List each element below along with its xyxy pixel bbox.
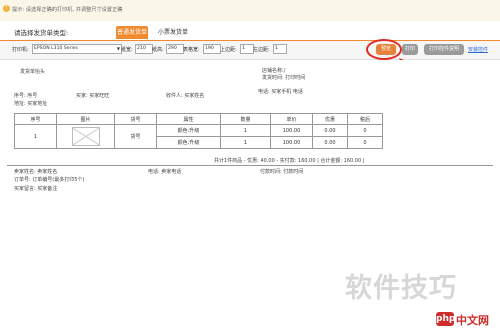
- price-cell: 100.00: [270, 124, 313, 137]
- column-header: 单价: [270, 113, 313, 125]
- serial-field: 序号: 序号: [14, 93, 38, 99]
- order-summary: 共计1件商品 - 优惠: 40.00 - 实付款: 160.00 | 合计金额:…: [214, 158, 365, 164]
- table-row: 1 货号 颜色:升级 1 100.00 0.00 0: [14, 124, 383, 149]
- items-table: 序号 图片 货号 属性 数量 单价 优惠 税后 1 货号 颜色:升级 1 100…: [14, 113, 383, 149]
- watermark-text: 软件技巧: [345, 273, 457, 304]
- column-header: 优惠: [312, 113, 348, 125]
- discount-cell: 0.00: [312, 124, 348, 137]
- discount-cell: 0.00: [312, 136, 348, 149]
- address-field: 地址: 买家地址: [14, 101, 48, 107]
- seller-phone: 电话: 卖家电话: [148, 169, 182, 175]
- attr-cell: 颜色:升级: [156, 136, 221, 149]
- send-time: 发货时间: 打印时间: [262, 75, 306, 81]
- buyer-field: 买家: 买家旺旺: [76, 93, 110, 99]
- divider: [7, 165, 493, 166]
- image-placeholder-icon: [71, 127, 100, 146]
- column-header: 序号: [14, 113, 57, 125]
- product-image-cell: [56, 124, 115, 149]
- receiver-field: 收件人: 买家姓名: [166, 93, 205, 99]
- order-number: 订单号: 订单编号(最多打印5个): [14, 177, 85, 183]
- item-code: 货号: [114, 124, 157, 149]
- column-header: 税后: [347, 113, 383, 125]
- table-header-row: 序号 图片 货号 属性 数量 单价 优惠 税后: [14, 113, 383, 125]
- phone-field: 电话: 买家手机 电话: [258, 89, 303, 95]
- column-header: 数量: [220, 113, 271, 125]
- seller-name: 卖家姓名: 卖家姓名: [14, 169, 58, 175]
- php-logo-icon: php: [436, 312, 456, 326]
- column-header: 货号: [114, 113, 157, 125]
- after-cell: 0: [347, 124, 383, 137]
- invoice-header-title: 发货单抬头: [20, 69, 46, 75]
- qty-cell: 1: [220, 136, 271, 149]
- watermark-logo-text: 中文网: [456, 314, 489, 327]
- row-index: 1: [14, 124, 57, 149]
- buyer-note: 买家留言: 买家备注: [14, 186, 58, 192]
- column-header: 属性: [156, 113, 221, 125]
- column-header: 图片: [56, 113, 115, 125]
- attr-cell: 颜色:升级: [156, 124, 221, 137]
- payment-time: 付款时间: 付款时间: [260, 169, 304, 175]
- price-cell: 100.00: [270, 136, 313, 149]
- shop-name: 店铺名称:/: [262, 68, 286, 74]
- after-cell: 0: [347, 136, 383, 149]
- qty-cell: 1: [220, 124, 271, 137]
